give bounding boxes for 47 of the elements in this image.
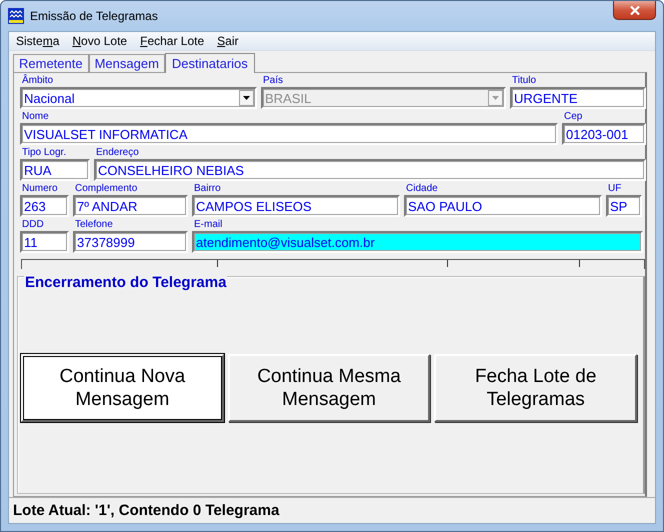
field-label: Telefone (74, 219, 113, 231)
input-field[interactable]: 11 (20, 231, 69, 253)
menu-item[interactable]: Sair (210, 34, 245, 48)
field-label: UF (607, 183, 622, 195)
close-icon (630, 6, 640, 14)
field-label: Cep (563, 111, 582, 123)
input-field[interactable]: CAMPOS ELISEOS (192, 195, 400, 217)
app-icon (8, 8, 24, 24)
tab[interactable]: Mensagem (88, 54, 165, 72)
field-label: E-mail (193, 219, 222, 231)
input-field[interactable]: 37378999 (73, 231, 188, 253)
window-title: Emissão de Telegramas (30, 9, 158, 23)
action-button[interactable]: Continua Mesma Mensagem (228, 354, 430, 422)
input-field[interactable]: 263 (20, 195, 69, 217)
menu-item[interactable]: Novo Lote (65, 34, 134, 48)
status-bar: Lote Atual: '1', Contendo 0 Telegrama (9, 497, 655, 523)
caret-icon (492, 96, 499, 100)
action-button[interactable]: Continua Nova Mensagem (21, 354, 224, 422)
input-field[interactable]: RUA (20, 159, 90, 181)
dropdown[interactable]: Nacional (20, 87, 257, 109)
group-title: Encerramento do Telegrama (24, 274, 228, 291)
input-field[interactable]: 01203-001 (562, 123, 646, 145)
field-label: Endereço (95, 147, 139, 159)
tab[interactable]: Remetente (13, 54, 89, 72)
field-label: Complemento (74, 183, 138, 195)
close-button[interactable] (613, 1, 656, 20)
field-label: Nome (21, 111, 49, 123)
field-label: Âmbito (21, 75, 54, 87)
action-button[interactable]: Fecha Lote de Telegramas (434, 354, 638, 422)
field-label: Numero (21, 183, 58, 195)
input-field[interactable]: CONSELHEIRO NEBIAS (94, 159, 646, 181)
input-field[interactable]: atendimento@visualset.com.br (192, 231, 643, 253)
field-label: Tipo Logr. (21, 147, 66, 159)
input-field[interactable]: SAO PAULO (404, 195, 602, 217)
input-field[interactable]: URGENTE (510, 87, 646, 109)
field-label: País (262, 75, 284, 87)
input-field[interactable]: SP (606, 195, 642, 217)
tab[interactable]: Destinatarios (164, 53, 255, 73)
field-label: DDD (21, 219, 44, 231)
input-field[interactable]: VISUALSET INFORMATICA (20, 123, 558, 145)
input-field[interactable]: 7º ANDAR (73, 195, 188, 217)
menu-item[interactable]: Sistema (9, 34, 66, 48)
field-label: Bairro (193, 183, 221, 195)
caret-icon (243, 96, 250, 100)
field-label: Titulo (511, 75, 536, 87)
menu-item[interactable]: Fechar Lote (133, 34, 210, 48)
field-label: Cidade (405, 183, 438, 195)
